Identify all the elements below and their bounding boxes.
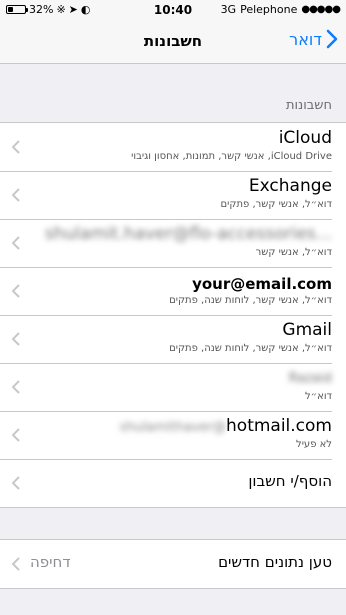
account-subtitle: דוא״ל, אנשי קשר, לוחות שנה, פתקים bbox=[169, 343, 332, 354]
signal-strength-icon: ●●●●● bbox=[301, 4, 341, 15]
account-title-domain: hotmail.com bbox=[226, 416, 332, 436]
account-title: Razaid bbox=[288, 371, 332, 386]
account-row-icloud[interactable]: iCloud iCloud Drive, אנשי קשר, תמונות, א… bbox=[0, 123, 346, 171]
fetch-settings-group: דחיפה טען נתונים חדשים bbox=[0, 539, 346, 589]
chevron-left-icon bbox=[12, 380, 20, 394]
account-row-gmail[interactable]: Gmail דוא״ל, אנשי קשר, לוחות שנה, פתקים bbox=[0, 315, 346, 363]
network-type: 3G bbox=[220, 3, 237, 16]
back-button[interactable]: דואר bbox=[289, 29, 338, 49]
account-subtitle: לא פעיל bbox=[296, 439, 332, 450]
account-title: Exchange bbox=[248, 176, 332, 196]
account-subtitle: דוא״ל, אנשי קשר bbox=[255, 247, 332, 258]
account-title: shulamithaver@hotmail.com bbox=[120, 416, 332, 436]
accounts-section-header: חשבונות bbox=[0, 96, 346, 122]
account-subtitle: iCloud Drive, אנשי קשר, תמונות, אחסון וג… bbox=[131, 151, 332, 162]
account-title: shulamit.haver@flo-accessories... bbox=[44, 224, 332, 244]
chevron-left-icon bbox=[12, 332, 20, 346]
chevron-right-icon bbox=[326, 29, 338, 49]
navigation-bar: חשבונות דואר bbox=[0, 20, 346, 64]
status-bar: 32% ※ ➤ ◐ 10:40 3G Pelephone ●●●●● bbox=[0, 0, 346, 20]
account-row-your-email[interactable]: your@email.com דוא״ל, אנשי קשר, לוחות שנ… bbox=[0, 267, 346, 315]
chevron-left-icon bbox=[12, 557, 20, 571]
accounts-list: iCloud iCloud Drive, אנשי קשר, תמונות, א… bbox=[0, 122, 346, 508]
chevron-left-icon bbox=[12, 236, 20, 250]
account-row-hotmail[interactable]: shulamithaver@hotmail.com לא פעיל bbox=[0, 411, 346, 459]
account-row-blurred-email[interactable]: shulamit.haver@flo-accessories... דוא״ל,… bbox=[0, 219, 346, 267]
fetch-mode-value: דחיפה bbox=[30, 553, 71, 571]
section-header-label: חשבונות bbox=[285, 98, 332, 113]
chevron-left-icon bbox=[12, 188, 20, 202]
status-bar-right: 3G Pelephone ●●●●● bbox=[220, 3, 341, 16]
back-label: דואר bbox=[289, 29, 322, 49]
chevron-left-icon bbox=[12, 140, 20, 154]
carrier-name: Pelephone bbox=[240, 3, 298, 16]
account-subtitle: דוא״ל bbox=[305, 391, 332, 402]
account-subtitle: דוא״ל, אנשי קשר, לוחות שנה, פתקים bbox=[169, 295, 332, 306]
add-account-button[interactable]: הוסף/י חשבון bbox=[0, 459, 346, 507]
account-title: Gmail bbox=[282, 320, 332, 340]
account-row-blurred-name[interactable]: Razaid דוא״ל bbox=[0, 363, 346, 411]
account-title: your@email.com bbox=[192, 275, 332, 293]
fetch-new-data-row[interactable]: דחיפה טען נתונים חדשים bbox=[0, 540, 346, 588]
fetch-new-data-label: טען נתונים חדשים bbox=[218, 553, 332, 571]
chevron-left-icon bbox=[12, 476, 20, 490]
account-subtitle: דוא״ל, אנשי קשר, פתקים bbox=[220, 199, 332, 210]
account-title-blurred: shulamithaver@ bbox=[119, 420, 227, 435]
chevron-left-icon bbox=[12, 284, 20, 298]
chevron-left-icon bbox=[12, 428, 20, 442]
add-account-label: הוסף/י חשבון bbox=[248, 472, 332, 490]
account-row-exchange[interactable]: Exchange דוא״ל, אנשי קשר, פתקים bbox=[0, 171, 346, 219]
account-title: iCloud bbox=[278, 128, 332, 148]
